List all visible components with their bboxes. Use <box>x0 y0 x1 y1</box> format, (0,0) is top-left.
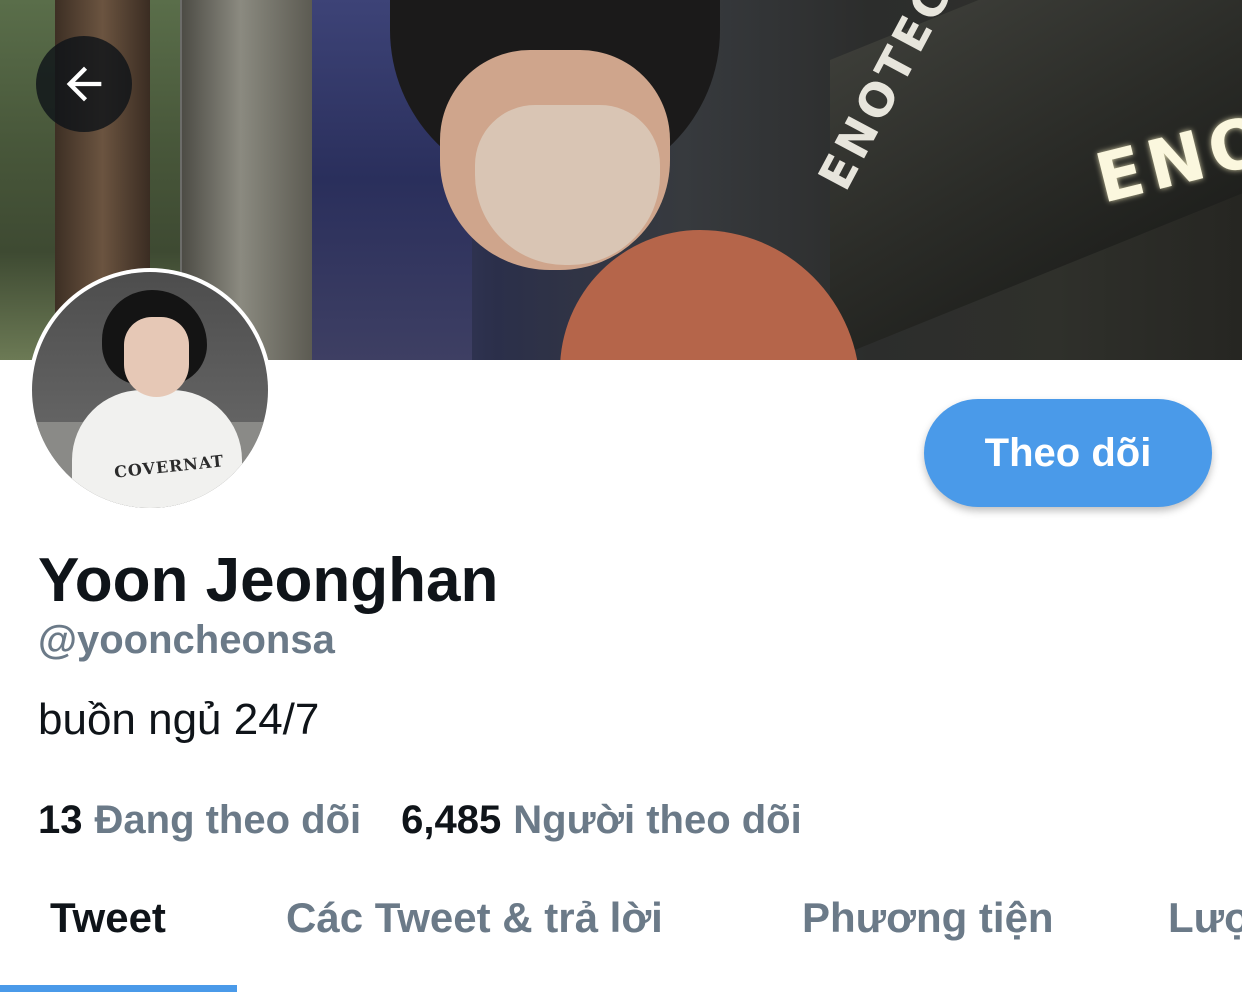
arrow-left-icon <box>66 66 102 102</box>
profile-handle: @yooncheonsa <box>38 618 335 662</box>
profile-name: Yoon Jeonghan <box>38 546 499 615</box>
following-label: Đang theo dõi <box>94 798 362 842</box>
tab-tweets-and-replies[interactable]: Các Tweet & trả lời <box>286 894 663 942</box>
following-count: 13 <box>38 798 83 842</box>
avatar-shirt <box>72 390 242 508</box>
followers-label: Người theo dõi <box>513 798 802 842</box>
profile-bio: buồn ngủ 24/7 <box>38 695 320 744</box>
avatar-photo: COVERNAT <box>32 272 268 508</box>
follow-button[interactable]: Theo dõi <box>924 399 1212 507</box>
followers-count: 6,485 <box>401 798 502 842</box>
tab-likes[interactable]: Lượt thích <box>1168 894 1242 942</box>
tab-media[interactable]: Phương tiện <box>802 894 1054 942</box>
tab-tweets[interactable]: Tweet <box>50 894 166 942</box>
avatar[interactable]: COVERNAT <box>28 268 272 512</box>
profile-stats: 13 Đang theo dõi 6,485 Người theo dõi <box>38 798 802 843</box>
back-button[interactable] <box>36 36 132 132</box>
followers-stat[interactable]: 6,485 Người theo dõi <box>401 798 802 843</box>
avatar-face <box>124 317 189 397</box>
profile-tabs: Tweet Các Tweet & trả lời Phương tiện Lư… <box>0 870 1242 999</box>
active-tab-indicator <box>0 985 237 992</box>
following-stat[interactable]: 13 Đang theo dõi <box>38 798 361 843</box>
